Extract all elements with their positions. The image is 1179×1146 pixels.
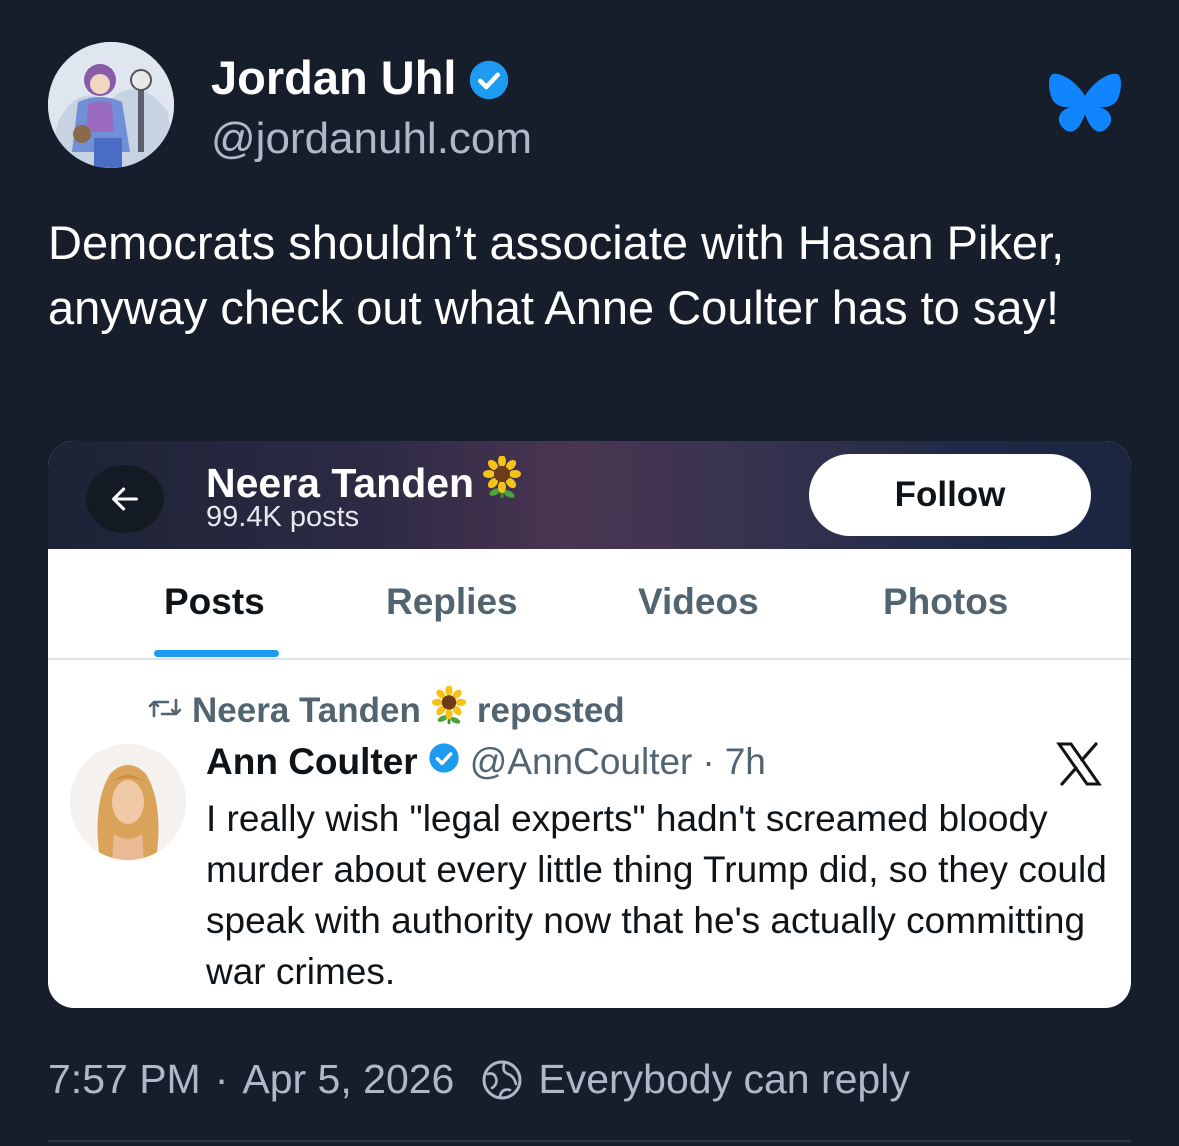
active-tab-indicator [154,650,279,657]
tab-photos[interactable]: Photos [883,581,1008,623]
tweet-meta-separator: · [702,741,715,782]
x-logo-icon [1056,742,1102,786]
sunflower-icon [431,685,467,735]
verified-badge-icon [468,57,510,99]
repost-line: Neera Tanden reposted [148,685,625,735]
footer-separator: · [214,1056,229,1102]
profile-header-bar: Neera Tanden 99.4K posts Follow [48,441,1131,549]
tab-posts[interactable]: Posts [164,581,265,623]
tweet-author-avatar[interactable] [70,744,186,860]
tweet-header: Ann Coulter @AnnCoulter · 7h [206,741,766,783]
post-time[interactable]: 7:57 PM [48,1056,201,1103]
tab-replies[interactable]: Replies [386,581,518,623]
embedded-screenshot[interactable]: Neera Tanden 99.4K posts Follow Posts Re… [48,441,1131,1008]
back-arrow-icon [112,487,138,511]
author-handle[interactable]: @jordanuhl.com [211,114,532,164]
profile-post-count: 99.4K posts [206,501,360,533]
author-name-text[interactable]: Jordan Uhl [211,50,456,105]
back-button[interactable] [86,465,164,533]
post-header: Jordan Uhl @jordanuhl.com [48,42,1131,172]
tab-videos[interactable]: Videos [638,581,759,623]
follow-button[interactable]: Follow [809,454,1091,536]
post-footer: 7:57 PM · Apr 5, 2026 Everybody can repl… [48,1056,910,1103]
author-avatar[interactable] [48,42,174,168]
globe-icon [480,1058,524,1102]
sunflower-icon [482,455,522,510]
repost-name[interactable]: Neera Tanden [192,691,421,731]
tweet-time[interactable]: 7h [725,741,766,783]
divider [48,1140,1131,1142]
tweet-author-handle[interactable]: @AnnCoulter [470,741,693,783]
bluesky-butterfly-icon[interactable] [1047,70,1123,138]
author-name[interactable]: Jordan Uhl [211,50,510,105]
tweet-author-name[interactable]: Ann Coulter [206,741,418,783]
post-date[interactable]: Apr 5, 2026 [242,1056,454,1103]
repost-icon [148,691,182,731]
profile-name-text: Neera Tanden [206,459,475,506]
post-text: Democrats shouldn’t associate with Hasan… [48,216,1065,334]
reply-setting[interactable]: Everybody can reply [538,1056,909,1103]
verified-badge-icon [428,741,460,783]
tweet-text: I really wish "legal experts" hadn't scr… [206,798,1107,992]
profile-tabs: Posts Replies Videos Photos [48,549,1131,660]
repost-suffix: reposted [476,690,625,730]
